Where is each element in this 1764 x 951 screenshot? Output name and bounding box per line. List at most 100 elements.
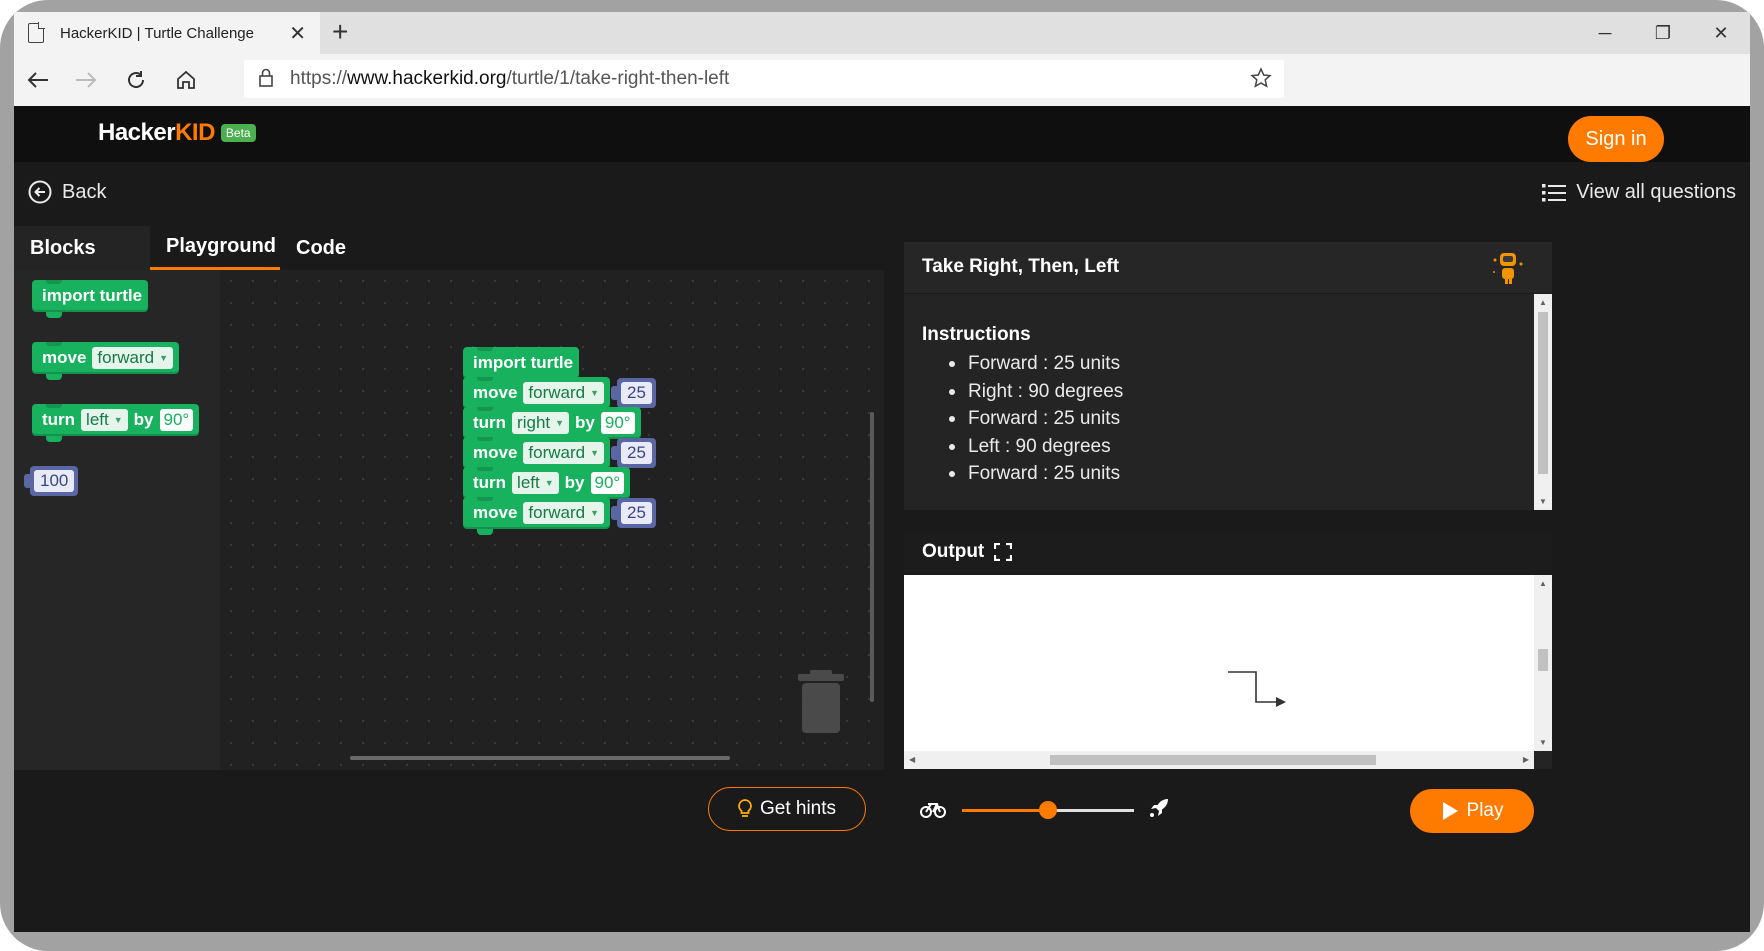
angle-input[interactable]: 90° — [600, 412, 635, 434]
logo-text-hacker: Hacker — [98, 119, 176, 146]
block-label: turn — [473, 473, 507, 492]
dropdown-value: forward — [97, 348, 155, 367]
restore-icon[interactable]: ❐ — [1634, 12, 1692, 54]
block-label: turn — [42, 410, 76, 429]
program-move-block[interactable]: move forward ▼ — [463, 377, 611, 415]
turn-dropdown[interactable]: right ▼ — [512, 412, 570, 434]
program-turn-block[interactable]: turn left ▼ by 90° — [463, 467, 631, 505]
output-vertical-scrollbar[interactable]: ▲ ▼ — [1534, 575, 1552, 751]
dropdown-value: forward — [528, 503, 586, 522]
turn-dropdown[interactable]: left ▼ — [81, 409, 128, 431]
dropdown-value: right — [517, 413, 551, 432]
back-link[interactable]: Back — [28, 180, 106, 204]
angle-input[interactable]: 90° — [159, 409, 194, 431]
sign-in-button[interactable]: Sign in — [1568, 116, 1664, 162]
play-button[interactable]: Play — [1410, 789, 1534, 833]
new-tab-icon[interactable]: + — [332, 16, 348, 48]
fullscreen-icon[interactable] — [994, 543, 1013, 561]
number-value: 25 — [621, 382, 652, 404]
program-move-block[interactable]: move forward ▼ — [463, 497, 611, 535]
tab-blocks[interactable]: Blocks — [14, 226, 150, 270]
sub-navigation: Back View all questions — [14, 162, 1750, 226]
back-arrow-icon[interactable] — [18, 62, 58, 98]
reload-icon[interactable] — [116, 62, 156, 98]
block-label: turn — [473, 413, 507, 432]
direction-dropdown[interactable]: forward ▼ — [523, 502, 605, 524]
back-circle-icon — [28, 180, 52, 204]
list-icon — [1542, 183, 1567, 201]
dropdown-value: left — [517, 473, 540, 492]
dropdown-arrow-icon: ▼ — [555, 418, 565, 428]
get-hints-button[interactable]: Get hints — [708, 787, 866, 831]
direction-dropdown[interactable]: forward ▼ — [523, 382, 605, 404]
hints-label: Get hints — [759, 798, 837, 819]
direction-dropdown[interactable]: forward ▼ — [92, 347, 174, 369]
play-label: Play — [1466, 800, 1504, 821]
rocket-icon — [1148, 797, 1170, 824]
dropdown-arrow-icon: ▼ — [544, 478, 554, 488]
block-toolbox: import turtle move forward ▼ turn left ▼ b… — [14, 270, 220, 770]
question-title: Take Right, Then, Left — [922, 256, 1120, 277]
dropdown-value: left — [86, 410, 109, 429]
address-bar: https://www.hackerkid.org/turtle/1/take-… — [14, 54, 1750, 106]
minimize-icon[interactable]: ─ — [1576, 12, 1634, 54]
editor-tabs: Blocks Playground Code — [14, 226, 884, 270]
program-turn-block[interactable]: turn right ▼ by 90° — [463, 407, 641, 445]
program-import-block[interactable]: import turtle — [463, 347, 580, 385]
logo-text-kid: KID — [175, 119, 215, 146]
workspace-vertical-scrollbar[interactable] — [870, 412, 874, 702]
view-all-questions-link[interactable]: View all questions — [1542, 181, 1736, 204]
home-icon[interactable] — [166, 62, 206, 98]
output-horizontal-scrollbar[interactable]: ◀ ▶ — [904, 751, 1534, 769]
question-scrollbar[interactable]: ▲ ▼ — [1534, 294, 1552, 510]
speed-slider-handle[interactable] — [1039, 801, 1057, 819]
turtle-canvas — [904, 575, 1534, 751]
direction-dropdown[interactable]: forward ▼ — [523, 442, 605, 464]
number-value: 100 — [34, 470, 75, 492]
dropdown-arrow-icon: ▼ — [590, 388, 600, 398]
block-label: import turtle — [42, 286, 143, 305]
favorite-star-icon[interactable] — [1250, 67, 1272, 94]
instruction-item: Forward : 25 units — [948, 460, 1123, 488]
tab-title: HackerKID | Turtle Challenge — [60, 24, 254, 42]
toolbox-turn-block[interactable]: turn left ▼ by 90° — [32, 404, 200, 442]
url-text: https://www.hackerkid.org/turtle/1/take-… — [290, 68, 730, 89]
close-window-icon[interactable]: ✕ — [1692, 12, 1750, 54]
bicycle-icon — [920, 799, 946, 824]
tab-code[interactable]: Code — [280, 226, 360, 270]
block-label: move — [42, 348, 87, 367]
block-label: move — [473, 383, 518, 402]
hackerkid-logo[interactable]: Hacker KID Beta — [98, 119, 256, 147]
close-tab-icon[interactable]: ✕ — [289, 21, 306, 46]
dropdown-arrow-icon: ▼ — [590, 508, 600, 518]
program-number-block[interactable]: 25 — [611, 378, 656, 408]
browser-window: HackerKID | Turtle Challenge ✕ + ─ ❐ ✕ h… — [14, 12, 1750, 932]
toolbox-number-block[interactable]: 100 — [24, 466, 79, 496]
url-field[interactable]: https://www.hackerkid.org/turtle/1/take-… — [244, 60, 1284, 98]
angle-input[interactable]: 90° — [590, 472, 625, 494]
question-card: Take Right, Then, Left Instructions Forw… — [904, 242, 1552, 510]
browser-tab-bar: HackerKID | Turtle Challenge ✕ + ─ ❐ ✕ — [14, 12, 1750, 54]
forward-arrow-icon[interactable] — [66, 62, 106, 98]
toolbox-import-turtle-block[interactable]: import turtle — [32, 280, 149, 318]
workspace-horizontal-scrollbar[interactable] — [350, 756, 730, 760]
turn-dropdown[interactable]: left ▼ — [512, 472, 559, 494]
trash-icon[interactable] — [796, 670, 846, 739]
run-controls: Play — [904, 769, 1552, 841]
instruction-item: Left : 90 degrees — [948, 433, 1123, 461]
toolbox-move-block[interactable]: move forward ▼ — [32, 342, 180, 380]
instruction-item: Forward : 25 units — [948, 350, 1123, 378]
turtle-path — [1228, 671, 1286, 707]
block-label: move — [473, 503, 518, 522]
program-number-block[interactable]: 25 — [611, 498, 656, 528]
block-label: import turtle — [473, 353, 574, 372]
program-move-block[interactable]: move forward ▼ — [463, 437, 611, 475]
browser-tab[interactable]: HackerKID | Turtle Challenge ✕ — [14, 12, 320, 54]
program-number-block[interactable]: 25 — [611, 438, 656, 468]
speed-slider[interactable] — [962, 801, 1134, 819]
blockly-workspace[interactable]: import turtle move forward ▼ 25 turn right ▼ by 9… — [220, 270, 884, 770]
dropdown-arrow-icon: ▼ — [159, 353, 169, 363]
block-keyword: by — [133, 410, 154, 429]
tab-playground[interactable]: Playground — [150, 226, 280, 270]
view-all-label: View all questions — [1576, 181, 1736, 203]
